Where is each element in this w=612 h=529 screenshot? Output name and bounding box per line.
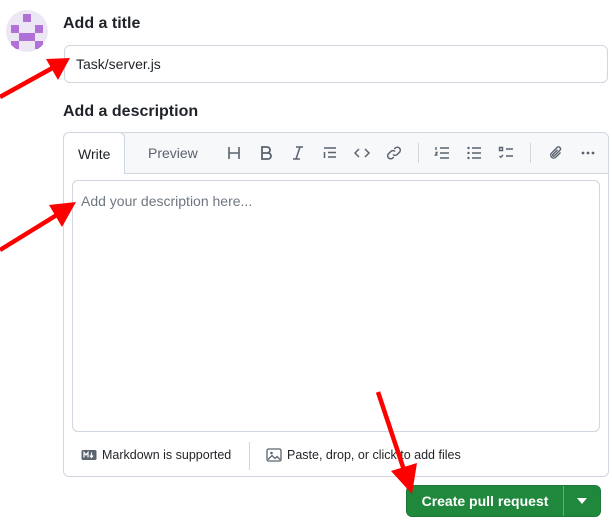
- code-icon[interactable]: [350, 141, 374, 165]
- editor-toolbar: Write Preview: [63, 132, 608, 174]
- arrow-to-title: [0, 58, 70, 99]
- markdown-label: Markdown is supported: [102, 448, 232, 462]
- add-files-button[interactable]: Paste, drop, or click to add files: [266, 447, 461, 463]
- add-files-label: Paste, drop, or click to add files: [287, 448, 461, 462]
- caret-down-icon: [577, 498, 587, 504]
- task-list-icon[interactable]: [494, 141, 518, 165]
- editor-footer: Markdown is supported Paste, drop, or cl…: [64, 438, 608, 476]
- more-icon[interactable]: [576, 141, 600, 165]
- heading-icon[interactable]: [222, 141, 246, 165]
- toolbar-divider: [418, 143, 419, 163]
- create-options-dropdown[interactable]: [564, 486, 600, 516]
- bold-icon[interactable]: [254, 141, 278, 165]
- unordered-list-icon[interactable]: [462, 141, 486, 165]
- title-input[interactable]: [64, 45, 608, 83]
- markdown-help-link[interactable]: Markdown is supported: [81, 447, 231, 463]
- quote-icon[interactable]: [318, 141, 342, 165]
- tab-preview[interactable]: Preview: [134, 133, 212, 173]
- toolbar-divider: [530, 143, 531, 163]
- image-icon: [266, 448, 282, 462]
- italic-icon[interactable]: [286, 141, 310, 165]
- attach-icon[interactable]: [544, 141, 568, 165]
- description-textarea[interactable]: [72, 180, 600, 432]
- title-label: Add a title: [63, 15, 141, 32]
- tab-write[interactable]: Write: [63, 132, 126, 174]
- avatar: [6, 10, 48, 52]
- ordered-list-icon[interactable]: [430, 141, 454, 165]
- create-pull-request-button-group: Create pull request: [406, 485, 601, 517]
- link-icon[interactable]: [382, 141, 406, 165]
- description-editor: Write Preview Add your description here.…: [63, 132, 609, 477]
- markdown-icon: [81, 450, 97, 460]
- create-pull-request-button[interactable]: Create pull request: [407, 486, 563, 516]
- footer-divider: [249, 442, 250, 470]
- description-label: Add a description: [63, 103, 199, 120]
